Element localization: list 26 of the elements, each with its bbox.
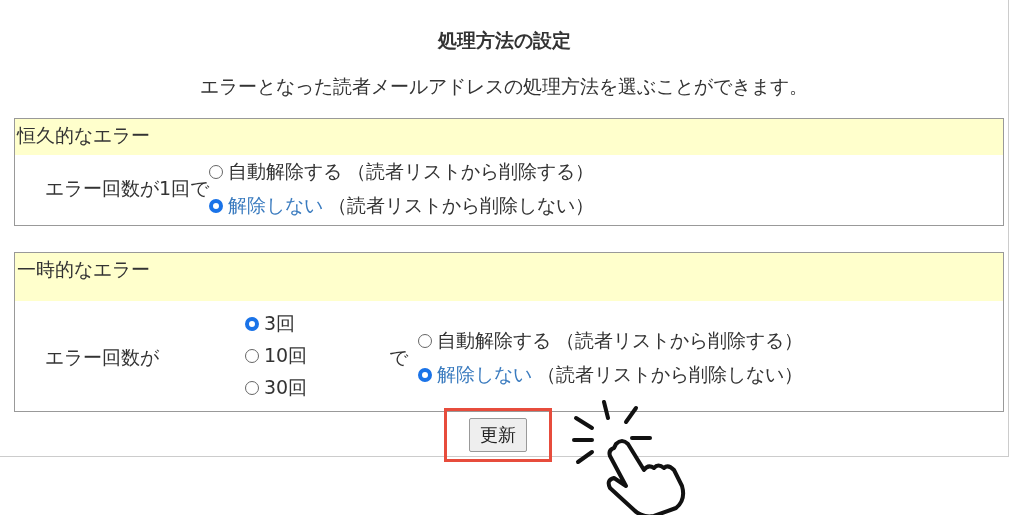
- count-label: 10回: [264, 343, 308, 368]
- radio-button[interactable]: [418, 334, 432, 348]
- radio-button[interactable]: [245, 317, 259, 331]
- option-note: （読者リストから削除しない）: [328, 193, 595, 218]
- page-title: 処理方法の設定: [436, 28, 572, 53]
- description-text: エラーとなった読者メールアドレスの処理方法を選ぶことができます。: [199, 74, 809, 99]
- radio-button[interactable]: [209, 165, 224, 179]
- radio-button[interactable]: [209, 199, 224, 213]
- count-label: 30回: [264, 375, 308, 400]
- option-label: 解除しない: [228, 193, 324, 218]
- option-note: （読者リストから削除しない）: [537, 362, 803, 387]
- option-label: 自動解除する: [228, 159, 343, 184]
- radio-button[interactable]: [245, 381, 259, 395]
- section-header: 一時的なエラー: [15, 253, 1003, 301]
- radio-button[interactable]: [245, 349, 259, 363]
- option-label: 自動解除する: [437, 328, 551, 353]
- condition-label: エラー回数が: [45, 345, 160, 370]
- condition-label: エラー回数が1回で: [45, 176, 210, 201]
- joiner-text: で: [389, 345, 408, 370]
- option-label: 解除しない: [437, 362, 532, 387]
- option-note: （読者リストから削除する）: [556, 328, 803, 353]
- radio-button[interactable]: [418, 368, 432, 382]
- count-label: 3回: [264, 311, 296, 336]
- section-header: 恒久的なエラー: [15, 119, 1003, 155]
- option-note: （読者リストから削除する）: [347, 159, 595, 184]
- update-button[interactable]: 更新: [469, 418, 527, 452]
